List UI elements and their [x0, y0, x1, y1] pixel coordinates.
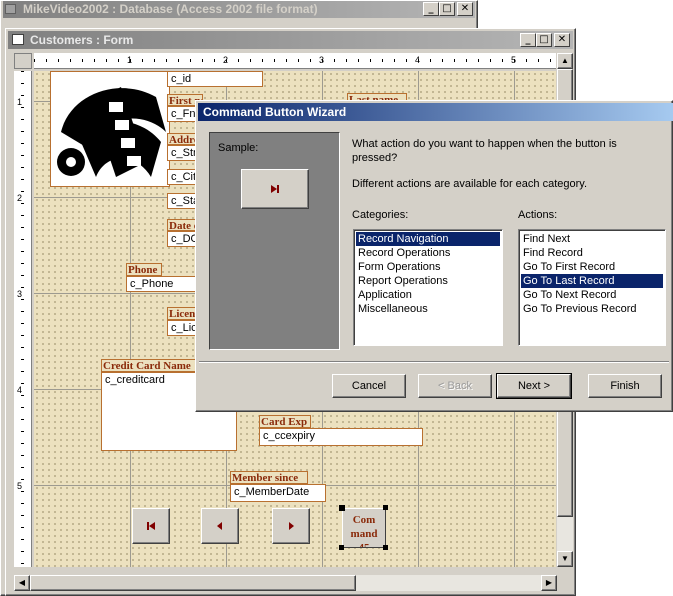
command45-label: Command45 [350, 514, 378, 548]
member-date-field[interactable]: c_MemberDate [230, 484, 326, 502]
film-reel-logo-image[interactable] [50, 71, 170, 187]
top-ruler-mark: 2 [223, 55, 229, 65]
scroll-up-button[interactable]: ▲ [557, 53, 573, 69]
top-ruler-mark: 3 [319, 55, 325, 65]
actions-label: Actions: [518, 209, 558, 221]
left-ruler-mark: 1 [17, 97, 23, 107]
left-ruler-mark: 5 [17, 481, 23, 491]
top-ruler-mark: 4 [415, 55, 421, 65]
back-button[interactable]: < Back [418, 374, 492, 398]
top-ruler-mark: 5 [511, 55, 517, 65]
database-icon [5, 4, 16, 14]
form-icon [12, 34, 24, 45]
left-ruler[interactable]: 1 2 3 4 5 [14, 71, 32, 567]
scroll-right-button[interactable]: ▶ [541, 575, 557, 591]
command-button-wizard-dialog: Command Button Wizard Sample: What actio… [195, 100, 673, 412]
selection-handle[interactable] [339, 505, 345, 511]
cancel-button[interactable]: Cancel [332, 374, 406, 398]
phone-label[interactable]: Phone [126, 263, 162, 276]
database-window-title: MikeVideo2002 : Database (Access 2002 fi… [23, 2, 318, 16]
card-expiry-field[interactable]: c_ccexpiry [259, 428, 423, 446]
previous-record-button[interactable] [201, 508, 239, 544]
top-ruler[interactable]: 1 2 3 4 5 [34, 53, 556, 69]
selection-handle[interactable] [339, 545, 344, 550]
ruler-corner[interactable] [14, 53, 32, 69]
first-record-button[interactable] [132, 508, 170, 544]
first-record-icon [147, 522, 155, 530]
minimize-icon[interactable]: _ [423, 2, 439, 16]
form-window-title: Customers : Form [30, 33, 134, 47]
database-window-titlebar[interactable]: MikeVideo2002 : Database (Access 2002 fi… [3, 1, 475, 18]
member-since-label[interactable]: Member since [230, 471, 308, 484]
previous-record-icon [217, 522, 222, 530]
selection-handle[interactable] [383, 505, 388, 510]
action-item[interactable]: Go To Last Record [521, 274, 663, 288]
size-grip[interactable] [557, 575, 573, 591]
category-item[interactable]: Report Operations [356, 274, 500, 288]
next-button[interactable]: Next > [496, 373, 572, 399]
left-ruler-mark: 2 [17, 193, 23, 203]
actions-list[interactable]: Find Next Find Record Go To First Record… [518, 229, 666, 346]
finish-button[interactable]: Finish [588, 374, 662, 398]
last-record-icon [271, 185, 279, 193]
categories-label: Categories: [352, 209, 409, 221]
sample-label: Sample: [218, 142, 259, 154]
customer-id-field[interactable]: c_id [167, 71, 263, 87]
action-item[interactable]: Go To First Record [521, 260, 663, 274]
credit-card-name-label[interactable]: Credit Card Name [101, 359, 197, 372]
form-minimize-icon[interactable]: _ [520, 33, 536, 47]
sample-panel: Sample: [209, 132, 340, 350]
next-record-button[interactable] [272, 508, 310, 544]
scroll-down-button[interactable]: ▼ [557, 551, 573, 567]
action-item[interactable]: Go To Next Record [521, 288, 663, 302]
form-window-titlebar[interactable]: Customers : Form _ □ ✕ [8, 31, 573, 49]
form-close-icon[interactable]: ✕ [554, 33, 570, 47]
maximize-icon[interactable]: □ [439, 2, 455, 16]
action-item[interactable]: Go To Previous Record [521, 302, 663, 316]
close-icon[interactable]: ✕ [457, 2, 473, 16]
selection-handle[interactable] [383, 545, 388, 550]
film-reel-icon [51, 72, 169, 186]
wizard-title: Command Button Wizard [203, 105, 347, 119]
scroll-left-button[interactable]: ◀ [14, 575, 30, 591]
category-item[interactable]: Record Operations [356, 246, 500, 260]
left-ruler-mark: 3 [17, 289, 23, 299]
horizontal-scrollbar[interactable]: ◀ ▶ [14, 575, 557, 591]
action-item[interactable]: Find Record [521, 246, 663, 260]
action-item[interactable]: Find Next [521, 232, 663, 246]
categories-list[interactable]: Record Navigation Record Operations Form… [353, 229, 503, 346]
sample-button-preview [241, 169, 309, 209]
left-ruler-mark: 4 [17, 385, 23, 395]
category-item[interactable]: Application [356, 288, 500, 302]
wizard-question: What action do you want to happen when t… [352, 138, 617, 164]
phone-field[interactable]: c_Phone [126, 276, 204, 292]
category-item[interactable]: Form Operations [356, 260, 500, 274]
top-ruler-mark: 1 [127, 55, 133, 65]
category-item[interactable]: Miscellaneous [356, 302, 500, 316]
command45-button[interactable]: Command45 [342, 508, 386, 548]
horizontal-scroll-thumb[interactable] [30, 575, 356, 591]
divider [199, 361, 669, 363]
form-restore-icon[interactable]: □ [536, 33, 552, 47]
wizard-titlebar[interactable]: Command Button Wizard [198, 103, 673, 121]
card-exp-label[interactable]: Card Exp [259, 415, 311, 428]
next-record-icon [289, 522, 294, 530]
category-item[interactable]: Record Navigation [356, 232, 500, 246]
wizard-info: Different actions are available for each… [352, 178, 588, 190]
